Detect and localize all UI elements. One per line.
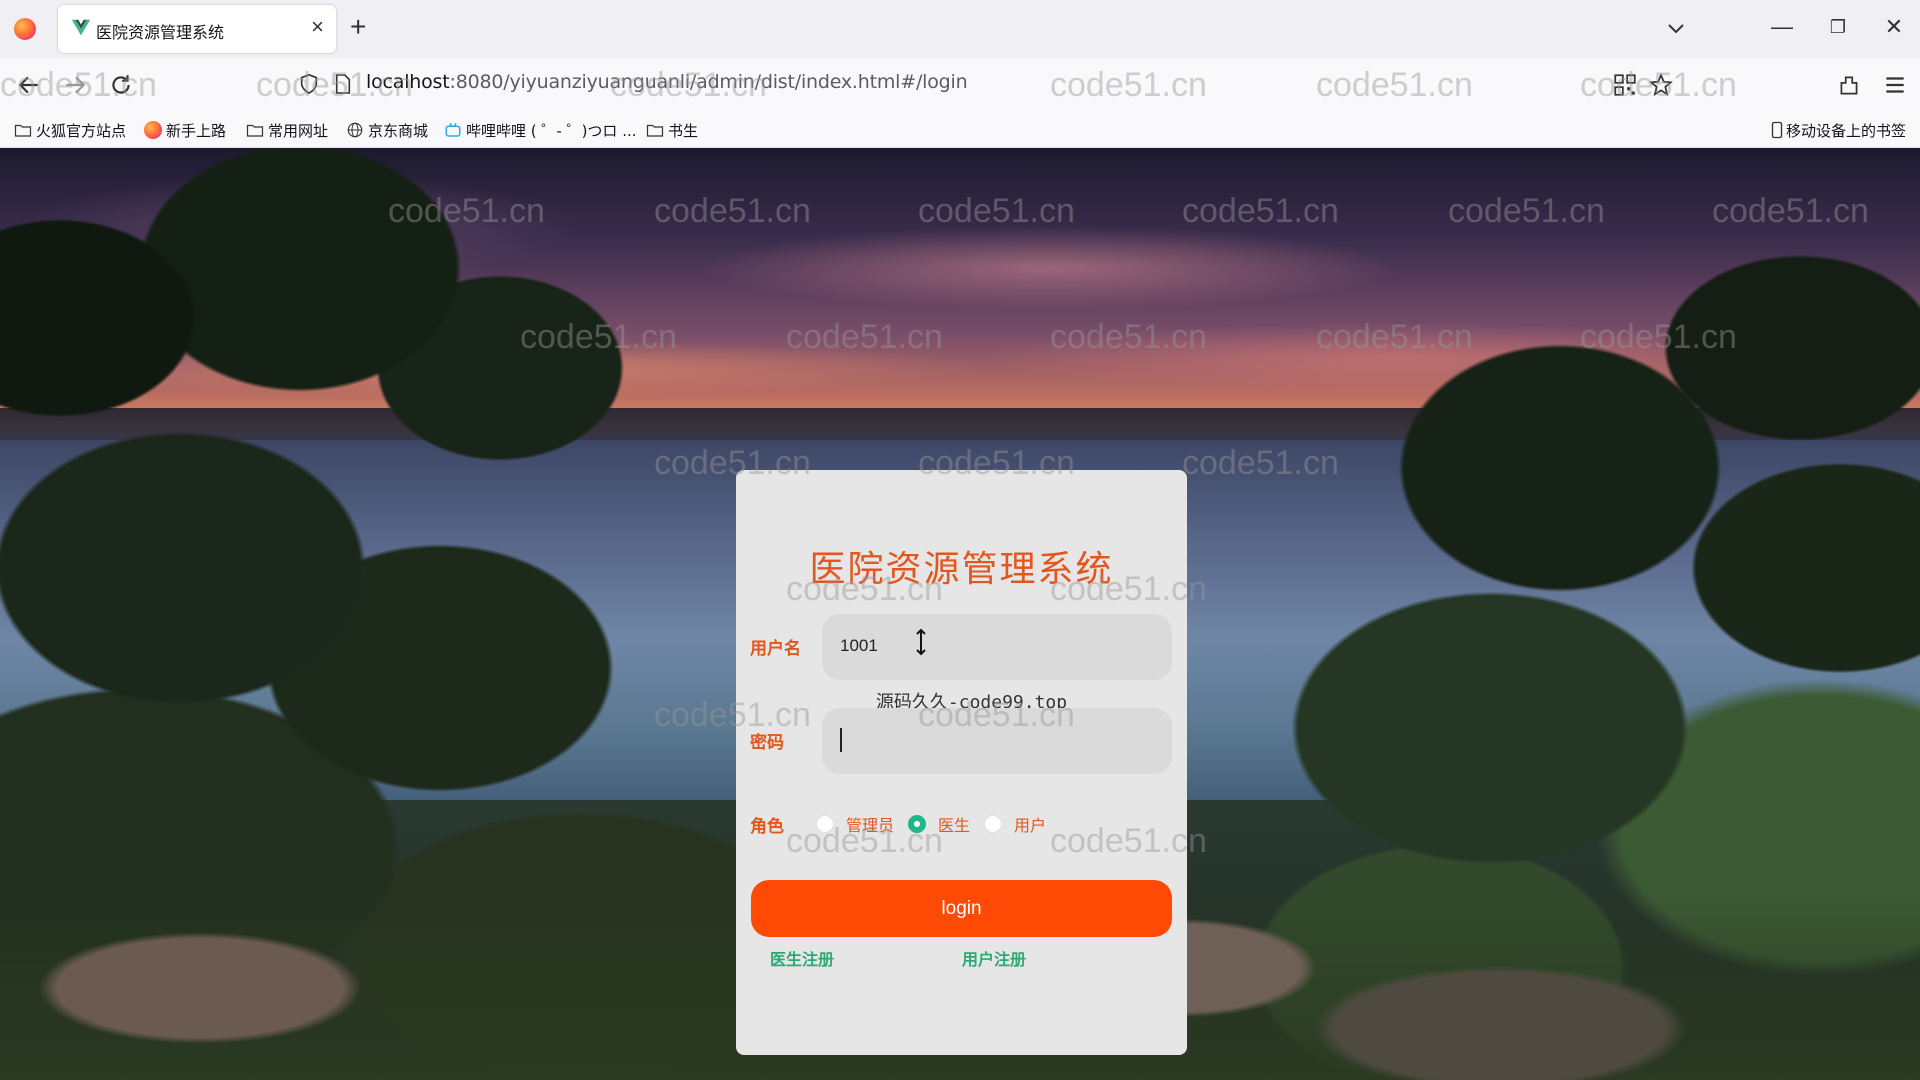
page-icon[interactable] (334, 73, 352, 95)
extensions-icon[interactable] (1836, 72, 1862, 98)
bookmark-item[interactable]: 京东商城 (346, 119, 428, 141)
text-caret (840, 728, 842, 752)
url-text[interactable]: localhost:8080/yiyuanziyuanguanli/admin/… (366, 71, 968, 93)
password-label: 密码 (750, 733, 784, 753)
bookmark-label: 火狐官方站点 (36, 121, 127, 140)
role-option-user[interactable]: 用户 (984, 812, 1046, 836)
folder-icon (246, 124, 264, 137)
new-tab-button[interactable]: + (350, 12, 366, 42)
role-option-admin[interactable]: 管理员 (816, 812, 894, 836)
password-input[interactable] (822, 708, 1172, 774)
page-viewport: 医院资源管理系统 用户名 1001 源码久久-code99.top 密码 角色 … (0, 148, 1920, 1080)
username-input[interactable]: 1001 (822, 614, 1172, 680)
role-option-doctor[interactable]: 医生 (908, 812, 970, 836)
url-host: localhost (366, 71, 450, 93)
vue-favicon-icon (71, 19, 91, 36)
mobile-bookmarks[interactable]: 移动设备上的书签 (1770, 119, 1906, 141)
bookmark-item[interactable]: 常用网址 (246, 119, 328, 141)
text-cursor-icon (916, 628, 926, 656)
forward-arrow-icon[interactable] (62, 72, 88, 98)
bookmark-label: 新手上路 (166, 121, 227, 140)
navigation-toolbar: localhost:8080/yiyuanziyuanguanli/admin/… (0, 58, 1920, 112)
folder-icon (646, 124, 664, 137)
login-panel: 医院资源管理系统 用户名 1001 源码久久-code99.top 密码 角色 … (736, 470, 1187, 1055)
firefox-logo-icon[interactable] (14, 18, 36, 40)
folder-icon (14, 124, 32, 137)
bookmark-item[interactable]: 火狐官方站点 (14, 119, 126, 141)
tab-active[interactable]: 医院资源管理系统 × (58, 5, 336, 53)
globe-icon (347, 122, 363, 138)
login-title: 医院资源管理系统 (809, 549, 1114, 590)
minimize-button[interactable]: — (1762, 12, 1802, 42)
bookmark-label: 书生 (668, 121, 699, 140)
firefox-icon (144, 121, 162, 139)
bookmark-item[interactable]: 新手上路 (144, 119, 226, 141)
role-option-label: 管理员 (846, 816, 895, 835)
url-path: :8080/yiyuanziyuanguanli/admin/dist/inde… (449, 71, 968, 93)
username-value: 1001 (840, 636, 878, 655)
restore-button[interactable]: ❐ (1818, 12, 1858, 42)
shield-icon[interactable] (298, 72, 320, 96)
radio-user[interactable] (984, 815, 1003, 833)
bookmark-star-icon[interactable] (1648, 72, 1674, 98)
bookmarks-bar: 火狐官方站点 新手上路 常用网址 京东商城 哔哩哔哩 ( ゜- ゜)つロ ...… (0, 112, 1920, 148)
back-arrow-icon[interactable] (16, 72, 42, 98)
radio-admin[interactable] (816, 815, 834, 833)
menu-icon[interactable] (1882, 72, 1908, 98)
tab-bar: 医院资源管理系统 × + — ❐ ✕ (0, 0, 1920, 58)
role-option-label: 用户 (1014, 816, 1047, 835)
tab-close-icon[interactable]: × (311, 15, 324, 39)
role-radio-group: 角色 管理员 医生 用户 (750, 812, 1060, 837)
bookmark-item[interactable]: 哔哩哔哩 ( ゜- ゜)つロ ... (444, 119, 637, 141)
bookmark-label: 常用网址 (268, 121, 329, 140)
tab-title: 医院资源管理系统 (96, 23, 225, 42)
bookmark-label: 京东商城 (368, 121, 429, 140)
bookmark-item[interactable]: 书生 (646, 119, 698, 141)
reload-icon[interactable] (108, 72, 134, 98)
login-button[interactable]: login (751, 880, 1172, 937)
bilibili-icon (445, 122, 461, 137)
doctor-register-link[interactable]: 医生注册 (770, 946, 834, 970)
bookmark-label: 哔哩哔哩 ( ゜- ゜)つロ ... (466, 121, 637, 140)
chevron-down-icon[interactable] (1664, 16, 1688, 40)
close-window-button[interactable]: ✕ (1874, 12, 1914, 42)
qr-code-icon[interactable] (1612, 72, 1638, 98)
mobile-bookmarks-label: 移动设备上的书签 (1786, 121, 1907, 140)
user-register-link[interactable]: 用户注册 (962, 946, 1026, 970)
radio-doctor[interactable] (908, 815, 927, 833)
role-label: 角色 (750, 816, 784, 837)
mobile-device-icon (1771, 121, 1783, 139)
role-option-label: 医生 (938, 816, 971, 835)
username-label: 用户名 (750, 639, 801, 659)
